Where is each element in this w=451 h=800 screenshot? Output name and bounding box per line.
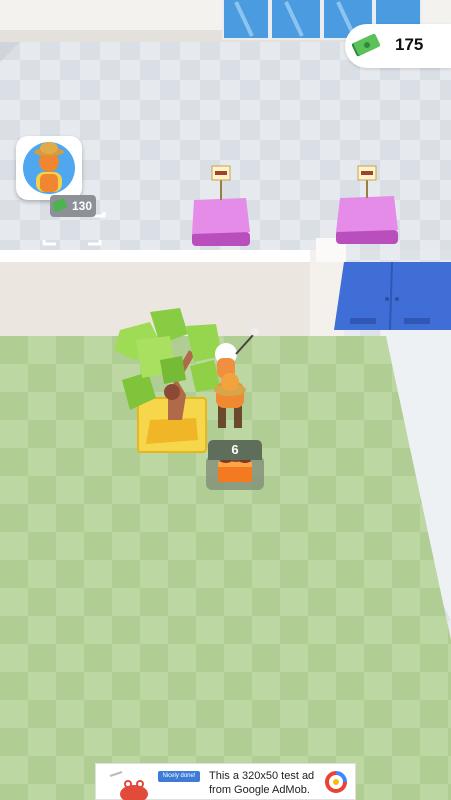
ad-text: This a 320x50 test ad from Google AdMob. <box>209 770 315 796</box>
checkmark-icon <box>53 198 68 213</box>
ad-banner[interactable]: Nicely done! This a 320x50 test ad from … <box>95 763 356 800</box>
front-wall-top <box>0 250 320 262</box>
worker-avatar-icon <box>23 142 75 194</box>
carried-item-count: 6 <box>208 440 262 460</box>
double-door <box>334 261 451 331</box>
hire-price-tag: 130 <box>50 195 96 217</box>
game-scene[interactable]: 175 130 6 Nicely done! This a 320x50 tes… <box>0 0 451 800</box>
world <box>0 0 451 800</box>
cash-stack-icon <box>351 33 381 57</box>
hire-worker-card[interactable] <box>16 136 82 200</box>
money-value: 175 <box>395 35 424 54</box>
ad-badge: Nicely done! <box>158 771 200 782</box>
monster-mascot-icon <box>109 771 148 800</box>
hire-price: 130 <box>72 199 93 213</box>
admob-logo-icon <box>325 771 347 793</box>
money-counter: 175 <box>345 24 451 68</box>
